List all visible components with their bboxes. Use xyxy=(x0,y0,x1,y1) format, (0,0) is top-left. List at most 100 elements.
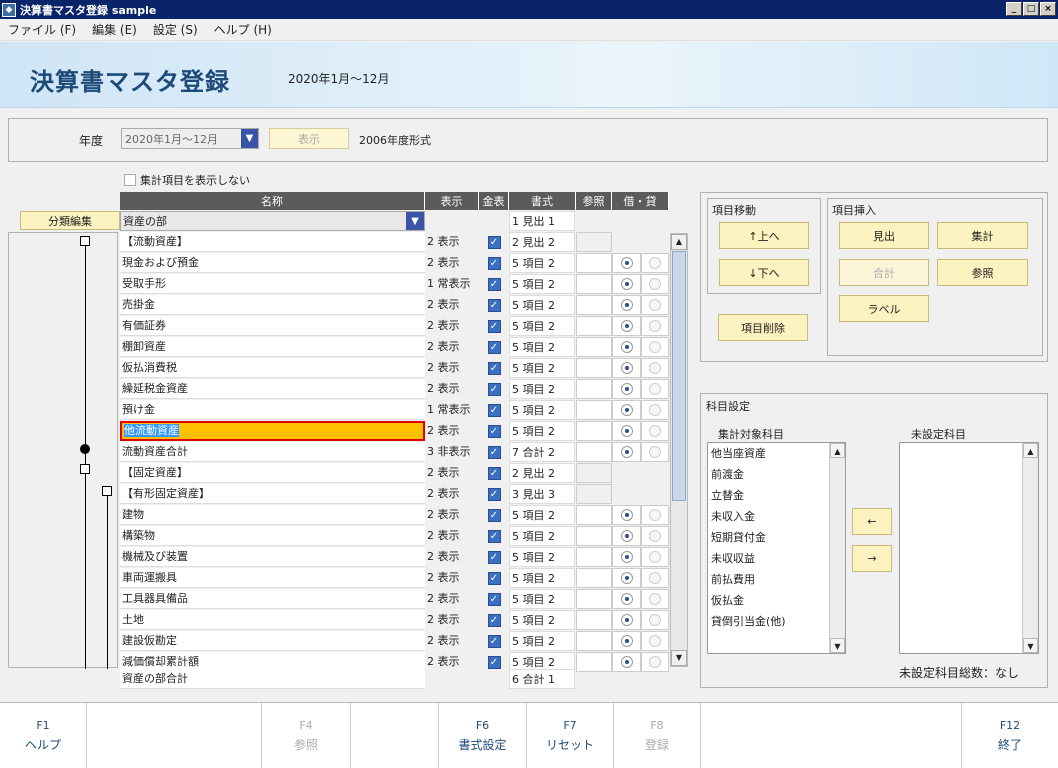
checkbox-checked-icon[interactable]: ✓ xyxy=(487,382,501,396)
row-format[interactable]: 2 見出 2 xyxy=(509,463,575,483)
row-display[interactable]: 2 表示 xyxy=(425,610,479,630)
row-debit[interactable] xyxy=(612,442,641,462)
row-format[interactable]: 5 項目 2 xyxy=(509,568,575,588)
row-name[interactable]: 構築物 xyxy=(120,526,425,546)
row-debit[interactable] xyxy=(612,379,641,399)
row-display[interactable]: 2 表示 xyxy=(425,316,479,336)
minimize-button[interactable]: _ xyxy=(1006,2,1022,16)
radio-selected-icon[interactable] xyxy=(620,635,633,647)
radio-unselected-icon[interactable] xyxy=(649,656,661,668)
row-debit[interactable] xyxy=(612,337,641,357)
row-display[interactable]: 2 表示 xyxy=(425,505,479,525)
f8-register-button[interactable]: F8 登録 xyxy=(614,703,701,768)
row-amount-check[interactable]: ✓ xyxy=(479,568,509,588)
radio-unselected-icon[interactable] xyxy=(649,551,661,563)
radio-selected-icon[interactable] xyxy=(620,446,633,458)
row-ref[interactable] xyxy=(576,610,612,630)
row-amount-check[interactable]: ✓ xyxy=(479,526,509,546)
menu-settings[interactable]: 設定 (S) xyxy=(145,21,206,38)
row-ref[interactable] xyxy=(576,316,612,336)
row-name[interactable]: 現金および預金 xyxy=(120,253,425,273)
f7-reset-button[interactable]: F7 リセット xyxy=(527,703,614,768)
row-format[interactable]: 5 項目 2 xyxy=(509,337,575,357)
row-amount-check[interactable]: ✓ xyxy=(479,253,509,273)
row-amount-check[interactable]: ✓ xyxy=(479,274,509,294)
move-down-button[interactable]: ↓下へ xyxy=(719,259,809,286)
radio-unselected-icon[interactable] xyxy=(649,383,661,395)
target-list-scrollbar[interactable]: ▲ ▼ xyxy=(829,443,845,653)
radio-selected-icon[interactable] xyxy=(620,509,633,521)
year-select[interactable]: 2020年1月～12月 ▼ xyxy=(121,128,259,149)
checkbox-checked-icon[interactable]: ✓ xyxy=(487,655,501,669)
list-item[interactable]: 未収収益 xyxy=(708,548,845,569)
row-name[interactable]: 【固定資産】 xyxy=(120,463,425,483)
tree-node-fixed-assets[interactable] xyxy=(80,464,90,474)
row-format[interactable]: 5 項目 2 xyxy=(509,421,575,441)
row-format[interactable]: 7 合計 2 xyxy=(509,442,575,462)
row-name[interactable]: 繰延税金資産 xyxy=(120,379,425,399)
list-item[interactable]: 貸倒引当金(他) xyxy=(708,611,845,632)
checkbox-checked-icon[interactable]: ✓ xyxy=(487,634,501,648)
move-up-button[interactable]: ↑上へ xyxy=(719,222,809,249)
row-format[interactable]: 5 項目 2 xyxy=(509,358,575,378)
scroll-down-icon[interactable]: ▼ xyxy=(1023,638,1038,653)
row-amount-check[interactable]: ✓ xyxy=(479,589,509,609)
row-debit[interactable] xyxy=(612,316,641,336)
row-amount-check[interactable]: ✓ xyxy=(479,505,509,525)
row-display[interactable]: 2 表示 xyxy=(425,232,479,252)
row-ref[interactable] xyxy=(576,274,612,294)
scroll-thumb[interactable] xyxy=(672,251,686,501)
checkbox-checked-icon[interactable]: ✓ xyxy=(487,340,501,354)
row-format[interactable]: 3 見出 3 xyxy=(509,484,575,504)
table-row[interactable]: 機械及び装置 2 表示 ✓ 5 項目 2 xyxy=(120,547,690,568)
insert-label-button[interactable]: ラベル xyxy=(839,295,929,322)
scroll-down-icon[interactable]: ▼ xyxy=(671,650,687,666)
row-name[interactable]: 流動資産合計 xyxy=(120,442,425,462)
row-display[interactable]: 2 表示 xyxy=(425,421,479,441)
row-display[interactable]: 2 表示 xyxy=(425,463,479,483)
list-item[interactable]: 未収入金 xyxy=(708,506,845,527)
insert-total-button[interactable]: 合計 xyxy=(839,259,929,286)
chevron-down-icon[interactable]: ▼ xyxy=(241,129,258,148)
row-format[interactable]: 5 項目 2 xyxy=(509,316,575,336)
list-item[interactable]: 前渡金 xyxy=(708,464,845,485)
row-name[interactable]: 仮払消費税 xyxy=(120,358,425,378)
row-ref[interactable] xyxy=(576,421,612,441)
f6-format-button[interactable]: F6 書式設定 xyxy=(439,703,527,768)
radio-selected-icon[interactable] xyxy=(620,383,633,395)
table-row[interactable]: 建物 2 表示 ✓ 5 項目 2 xyxy=(120,505,690,526)
row-display[interactable]: 2 表示 xyxy=(425,379,479,399)
row-ref[interactable] xyxy=(576,442,612,462)
scroll-up-icon[interactable]: ▲ xyxy=(1023,443,1038,458)
radio-unselected-icon[interactable] xyxy=(649,530,661,542)
f4-ref-button[interactable]: F4 参照 xyxy=(262,703,351,768)
row-amount-check[interactable]: ✓ xyxy=(479,232,509,252)
row-credit[interactable] xyxy=(641,568,669,588)
row-amount-check[interactable]: ✓ xyxy=(479,316,509,336)
row-debit[interactable] xyxy=(612,505,641,525)
row-name[interactable]: 他流動資産 xyxy=(120,421,425,441)
row-name[interactable]: 預け金 xyxy=(120,400,425,420)
menu-file[interactable]: ファイル (F) xyxy=(0,21,84,38)
row-name[interactable]: 機械及び装置 xyxy=(120,547,425,567)
row-debit[interactable] xyxy=(612,568,641,588)
row-name[interactable]: 建物 xyxy=(120,505,425,525)
radio-unselected-icon[interactable] xyxy=(649,404,661,416)
row-credit[interactable] xyxy=(641,253,669,273)
row-credit[interactable] xyxy=(641,379,669,399)
row-credit[interactable] xyxy=(641,610,669,630)
row-credit[interactable] xyxy=(641,274,669,294)
section-select[interactable]: 資産の部 ▼ xyxy=(120,211,425,231)
row-format[interactable]: 5 項目 2 xyxy=(509,274,575,294)
row-format[interactable]: 5 項目 2 xyxy=(509,505,575,525)
bottom-row-format[interactable]: 6 合計 1 xyxy=(509,669,575,689)
scroll-up-icon[interactable]: ▲ xyxy=(671,234,687,250)
table-row[interactable]: 土地 2 表示 ✓ 5 項目 2 xyxy=(120,610,690,631)
checkbox-checked-icon[interactable]: ✓ xyxy=(487,361,501,375)
chevron-down-icon[interactable]: ▼ xyxy=(406,212,424,230)
row-format[interactable]: 5 項目 2 xyxy=(509,547,575,567)
show-button[interactable]: 表示 xyxy=(269,128,349,149)
table-row[interactable]: 棚卸資産 2 表示 ✓ 5 項目 2 xyxy=(120,337,690,358)
row-display[interactable]: 2 表示 xyxy=(425,631,479,651)
scroll-down-icon[interactable]: ▼ xyxy=(830,638,845,653)
